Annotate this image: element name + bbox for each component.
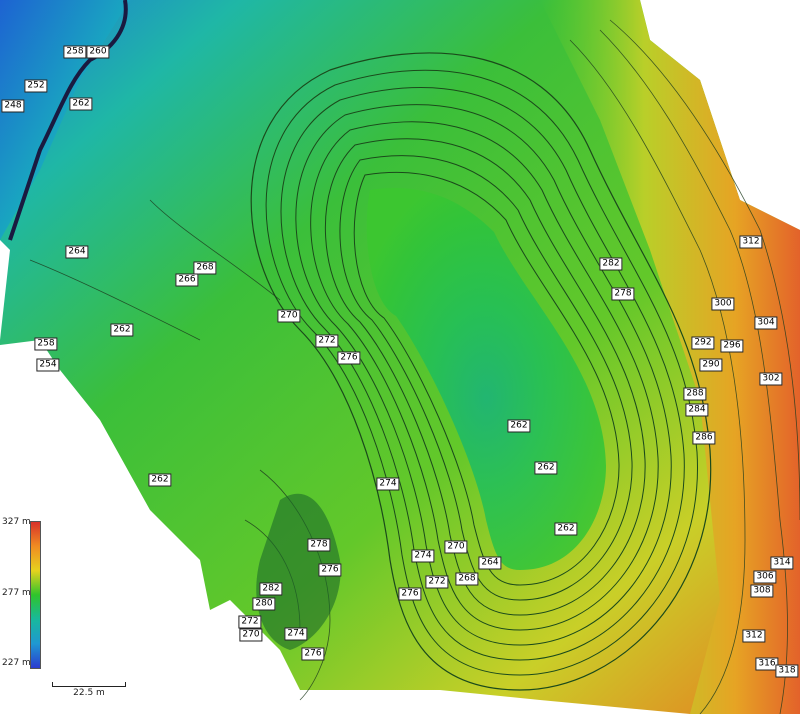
- contour-label: 262: [534, 461, 558, 475]
- contour-label: 272: [238, 615, 262, 629]
- elevation-legend: 327 m 277 m 227 m: [0, 515, 60, 675]
- scale-bar-line: [52, 682, 126, 687]
- contour-label: 312: [742, 629, 766, 643]
- contour-label: 270: [277, 309, 301, 323]
- contour-label: 272: [315, 334, 339, 348]
- contour-label: 262: [148, 473, 172, 487]
- contour-label: 254: [36, 358, 60, 372]
- contour-label: 292: [691, 336, 715, 350]
- contour-label: 300: [711, 297, 735, 311]
- contour-label: 276: [318, 563, 342, 577]
- contour-label: 302: [759, 372, 783, 386]
- contour-label: 264: [478, 556, 502, 570]
- contour-label: 286: [692, 431, 716, 445]
- contour-label: 260: [86, 45, 110, 59]
- contour-label: 270: [239, 628, 263, 642]
- contour-label: 258: [34, 337, 58, 351]
- elevation-raster: [0, 0, 800, 715]
- elevation-map[interactable]: 258 260 252 248 262 264 268 266 262 270 272 276 258 2…: [0, 0, 800, 715]
- contour-label: 282: [259, 582, 283, 596]
- contour-label: 262: [554, 522, 578, 536]
- contour-label: 268: [455, 572, 479, 586]
- contour-label: 304: [754, 316, 778, 330]
- contour-label: 278: [307, 538, 331, 552]
- contour-label: 280: [252, 597, 276, 611]
- contour-label: 274: [284, 627, 308, 641]
- contour-label: 276: [301, 647, 325, 661]
- contour-label: 262: [69, 97, 93, 111]
- contour-label: 284: [685, 403, 709, 417]
- legend-mid-label: 277 m: [2, 588, 31, 598]
- contour-label: 312: [739, 235, 763, 249]
- contour-label: 276: [398, 587, 422, 601]
- contour-label: 264: [65, 245, 89, 259]
- contour-label: 314: [770, 556, 794, 570]
- contour-label: 262: [507, 419, 531, 433]
- contour-label: 262: [110, 323, 134, 337]
- contour-label: 258: [63, 45, 87, 59]
- contour-label: 282: [599, 257, 623, 271]
- contour-label: 266: [175, 273, 199, 287]
- contour-label: 308: [750, 584, 774, 598]
- contour-label: 278: [611, 287, 635, 301]
- contour-label: 270: [444, 540, 468, 554]
- contour-label: 248: [1, 99, 25, 113]
- contour-label: 274: [411, 549, 435, 563]
- contour-label: 288: [683, 387, 707, 401]
- contour-label: 276: [337, 351, 361, 365]
- legend-max-label: 327 m: [2, 517, 31, 527]
- contour-label: 252: [24, 79, 48, 93]
- contour-label: 296: [720, 339, 744, 353]
- contour-label: 274: [376, 477, 400, 491]
- scale-bar: 22.5 m: [52, 682, 126, 700]
- contour-label: 272: [425, 575, 449, 589]
- contour-label: 306: [753, 570, 777, 584]
- legend-min-label: 227 m: [2, 658, 31, 668]
- contour-label: 290: [699, 358, 723, 372]
- scale-bar-label: 22.5 m: [73, 688, 105, 698]
- contour-label: 318: [775, 664, 799, 678]
- elevation-color-ramp: [30, 521, 41, 669]
